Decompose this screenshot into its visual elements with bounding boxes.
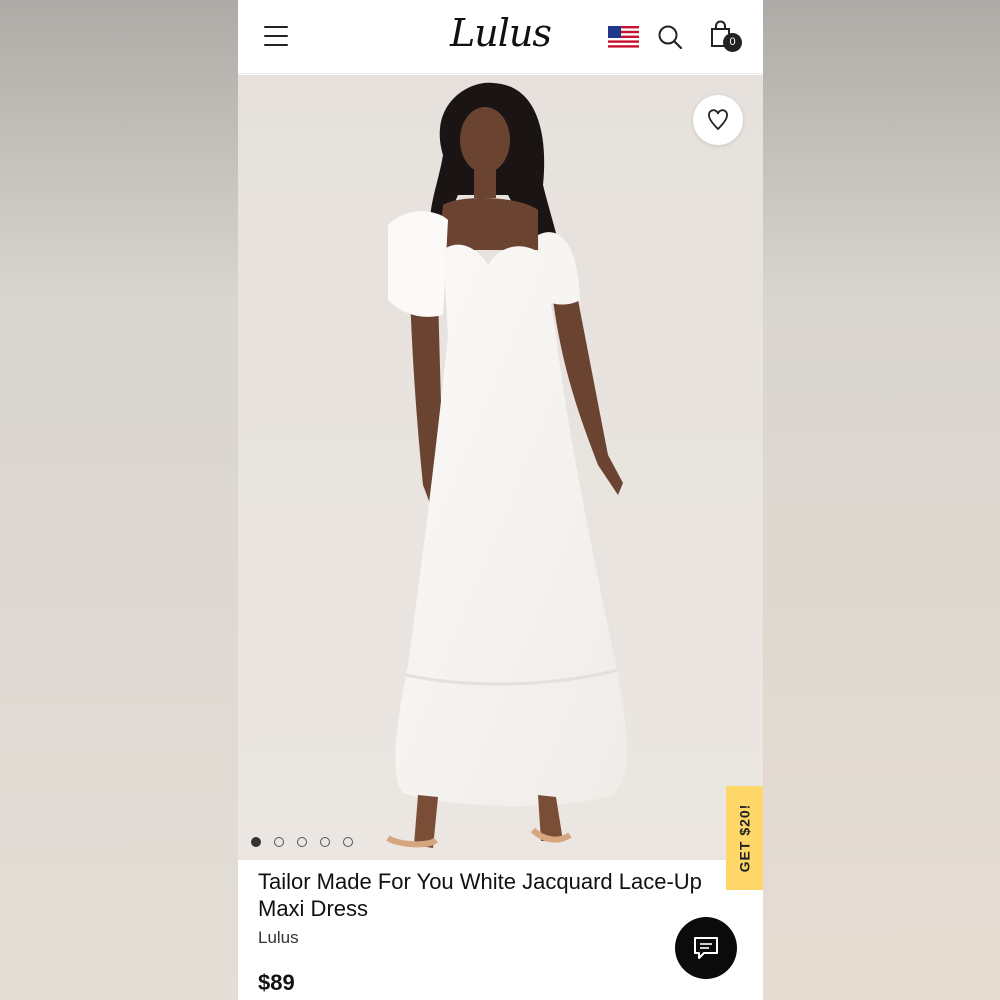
us-flag-icon[interactable] [608, 26, 639, 50]
menu-icon[interactable] [264, 26, 288, 46]
carousel-dot-4[interactable] [320, 837, 330, 847]
product-price: $89 [258, 970, 295, 995]
site-logo[interactable]: Lulus [450, 8, 552, 58]
image-carousel-indicator [251, 837, 353, 847]
wishlist-button[interactable] [693, 95, 743, 145]
carousel-dot-3[interactable] [297, 837, 307, 847]
carousel-dot-5[interactable] [343, 837, 353, 847]
search-icon[interactable] [657, 24, 683, 50]
carousel-dot-2[interactable] [274, 837, 284, 847]
site-header: Lulus 0 [238, 0, 763, 74]
product-image[interactable] [238, 75, 763, 860]
heart-icon [708, 109, 728, 131]
background-right [763, 0, 1000, 1000]
mobile-page: Lulus 0 GET $20! Tailor Made For You Whi… [238, 0, 763, 1000]
product-title: Tailor Made For You White Jacquard Lace-… [258, 869, 702, 921]
background-left [0, 0, 238, 1000]
product-brand[interactable]: Lulus [258, 928, 299, 948]
chat-bubble-icon [694, 937, 718, 959]
chat-button[interactable] [675, 917, 737, 979]
carousel-dot-1[interactable] [251, 837, 261, 847]
dress-model-illustration [386, 82, 627, 848]
cart-count-badge: 0 [723, 33, 742, 52]
promo-tab-label: GET $20! [736, 803, 753, 873]
